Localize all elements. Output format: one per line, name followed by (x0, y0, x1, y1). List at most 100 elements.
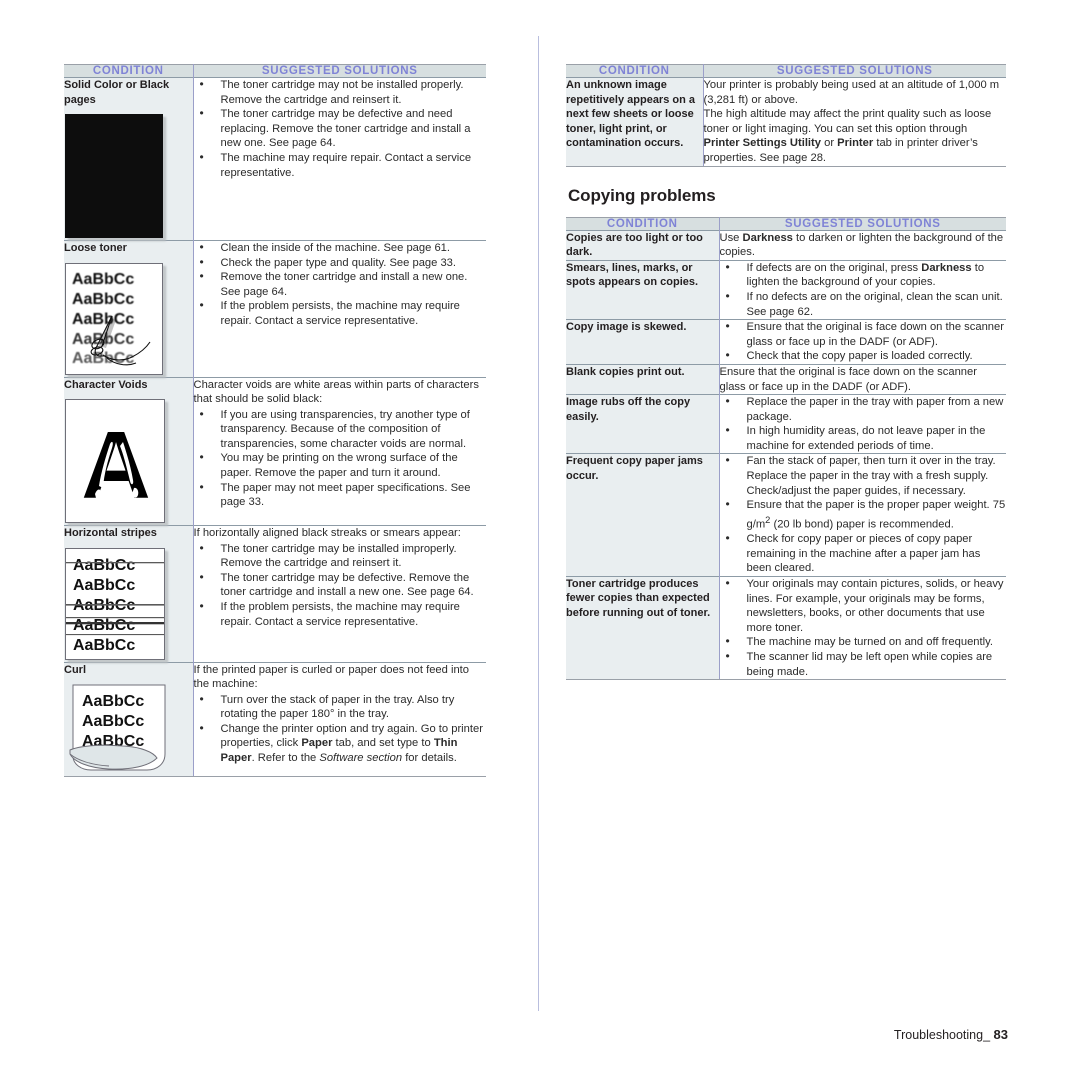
list-item: The toner cartridge may be defective. Re… (194, 570, 487, 600)
table-row: An unknown image repetitively appears on… (566, 77, 1006, 167)
sample-loose-toner-page: AaBbCc AaBbCc AaBbCc AaBbCc AaBbCc (65, 262, 193, 375)
solutions-paragraph: Ensure that the original is face down on… (719, 365, 977, 393)
solutions-list: Replace the paper in the tray with paper… (720, 394, 1007, 453)
section-heading: Copying problems (568, 185, 716, 205)
list-item: Ensure that the paper is the proper pape… (720, 497, 1007, 532)
svg-text:AaBbCc: AaBbCc (72, 291, 134, 308)
list-item: Clean the inside of the machine. See pag… (194, 240, 487, 256)
solutions-list: Fan the stack of paper, then turn it ove… (720, 453, 1007, 575)
print-quality-table: CONDITION SUGGESTED SOLUTIONS Solid Colo… (64, 64, 486, 777)
condition-cell: An unknown image repetitively appears on… (566, 77, 704, 167)
condition-label: Character Voids (64, 378, 148, 391)
condition-cell: Solid Color or Black pages (64, 77, 194, 241)
condition-cell: Horizontal stripes AaBbCc AaBbCc AaBbCc (64, 525, 194, 662)
solutions-list: The toner cartridge may be installed imp… (194, 541, 487, 630)
solutions-cell: Ensure that the original is face down on… (719, 363, 1006, 395)
condition-cell: Character Voids A (64, 376, 194, 526)
list-item: The machine may require repair. Contact … (194, 150, 487, 180)
list-item: Replace the paper in the tray with paper… (720, 394, 1007, 424)
sample-character-voids-page: A (65, 399, 193, 523)
solutions-list: Ensure that the original is face down on… (720, 319, 1007, 364)
solutions-cell: Your originals may contain pictures, sol… (719, 576, 1007, 681)
sample-horizontal-stripes-page: AaBbCc AaBbCc AaBbCc AaBbCc AaBbCc (65, 547, 193, 660)
condition-label: Horizontal stripes (64, 527, 157, 539)
svg-text:AaBbCc: AaBbCc (72, 311, 134, 328)
solutions-intro: Character voids are white areas within p… (193, 378, 479, 406)
list-item: If you are using transparencies, try ano… (194, 407, 487, 452)
left-column: CONDITION SUGGESTED SOLUTIONS Solid Colo… (64, 64, 486, 777)
solutions-list: Your originals may contain pictures, sol… (720, 576, 1007, 679)
horizontal-stripes-illustration: AaBbCc AaBbCc AaBbCc AaBbCc AaBbCc (66, 548, 164, 659)
list-item: If no defects are on the original, clean… (720, 289, 1007, 319)
solutions-list: Clean the inside of the machine. See pag… (194, 240, 487, 329)
solutions-cell: Use Darkness to darken or lighten the ba… (719, 229, 1006, 261)
table-row: Solid Color or Black pages The toner car… (64, 77, 487, 241)
footer-section-label: Troubleshooting_ (893, 1028, 991, 1042)
list-item: Fan the stack of paper, then turn it ove… (720, 453, 1007, 498)
table-row: Horizontal stripes AaBbCc AaBbCc AaBbCc (64, 525, 487, 662)
table-row: Frequent copy paper jams occur. Fan the … (566, 453, 1007, 577)
condition-cell: Image rubs off the copy easily. (566, 394, 720, 454)
list-item: The toner cartridge may be defective and… (194, 106, 487, 151)
table-row: Character Voids A Character voids are wh… (64, 376, 487, 526)
curl-illustration: AaBbCc AaBbCc AaBbCc AaBbCc (69, 684, 166, 771)
column-header-condition: CONDITION (566, 64, 704, 78)
list-item: If the problem persists, the machine may… (194, 298, 487, 328)
condition-cell: Curl AaBbCc AaBbCc AaBbCc AaBbCc (64, 661, 194, 777)
sample-solid-black-page (65, 114, 193, 238)
solutions-paragraph: Use Darkness to darken or lighten the ba… (719, 231, 1004, 259)
footer-page-number: 83 (993, 1027, 1008, 1042)
copying-problems-table: CONDITION SUGGESTED SOLUTIONS Copies are… (566, 216, 1007, 681)
list-item: The machine may be turned on and off fre… (720, 634, 1007, 650)
loose-toner-illustration: AaBbCc AaBbCc AaBbCc AaBbCc AaBbCc (66, 263, 162, 374)
solutions-cell: Replace the paper in the tray with paper… (719, 394, 1007, 454)
svg-text:AaBbCc: AaBbCc (82, 713, 144, 730)
condition-cell: Loose toner AaBbCc AaBbCc AaBbCc AaBbCc (64, 240, 194, 377)
list-item: The paper may not meet paper specificati… (194, 480, 487, 510)
solutions-list: Turn over the stack of paper in the tray… (194, 692, 487, 766)
list-item: Check that the copy paper is loaded corr… (720, 348, 1007, 364)
column-divider (538, 36, 539, 1011)
table-row: Smears, lines, marks, or spots appears o… (566, 260, 1007, 320)
page-footer: Troubleshooting_ 83 (894, 1027, 1008, 1042)
table-row: Loose toner AaBbCc AaBbCc AaBbCc AaBbCc … (64, 240, 487, 377)
table-header-row: CONDITION SUGGESTED SOLUTIONS (566, 216, 1006, 231)
list-item: Your originals may contain pictures, sol… (720, 576, 1007, 635)
table-row: Copies are too light or too dark. Use Da… (566, 229, 1006, 261)
list-item: Change the printer option and try again.… (194, 721, 487, 766)
list-item: The scanner lid may be left open while c… (720, 649, 1007, 679)
svg-text:AaBbCc: AaBbCc (73, 617, 135, 634)
right-column: CONDITION SUGGESTED SOLUTIONS An unknown… (566, 64, 1007, 681)
list-item: Remove the toner cartridge and install a… (194, 269, 487, 299)
solutions-cell: Clean the inside of the machine. See pag… (193, 240, 487, 377)
list-item: Ensure that the original is face down on… (720, 319, 1007, 349)
condition-label: Solid Color or Black pages (64, 79, 170, 106)
condition-cell: Copies are too light or too dark. (566, 229, 720, 261)
solutions-list: If you are using transparencies, try ano… (194, 407, 487, 510)
list-item: The toner cartridge may not be installed… (194, 77, 487, 107)
table-row: Image rubs off the copy easily. Replace … (566, 394, 1007, 454)
table-row: Curl AaBbCc AaBbCc AaBbCc AaBbCc (64, 661, 487, 777)
column-header-suggested-solutions: SUGGESTED SOLUTIONS (703, 64, 1006, 78)
table-row: Blank copies print out. Ensure that the … (566, 363, 1006, 395)
solutions-intro: If horizontally aligned black streaks or… (193, 527, 461, 539)
table-row: Copy image is skewed. Ensure that the or… (566, 319, 1007, 365)
column-header-condition: CONDITION (64, 64, 194, 78)
list-item: You may be printing on the wrong surface… (194, 450, 487, 480)
list-item: The toner cartridge may be installed imp… (194, 541, 487, 571)
condition-cell: Copy image is skewed. (566, 319, 720, 365)
list-item: In high humidity areas, do not leave pap… (720, 423, 1007, 453)
table-header-row: CONDITION SUGGESTED SOLUTIONS (64, 64, 486, 78)
svg-text:AaBbCc: AaBbCc (72, 271, 134, 288)
condition-label: Loose toner (64, 242, 127, 254)
solutions-cell: If horizontally aligned black streaks or… (193, 525, 487, 662)
print-quality-continued-table: CONDITION SUGGESTED SOLUTIONS An unknown… (566, 64, 1006, 167)
solutions-list: If defects are on the original, press Da… (720, 260, 1007, 319)
condition-cell: Toner cartridge produces fewer copies th… (566, 575, 720, 681)
solutions-cell: If defects are on the original, press Da… (719, 260, 1007, 320)
solutions-cell: Fan the stack of paper, then turn it ove… (719, 453, 1007, 577)
svg-text:AaBbCc: AaBbCc (73, 577, 135, 594)
column-header-condition: CONDITION (566, 216, 720, 231)
list-item: Check the paper type and quality. See pa… (194, 255, 487, 271)
table-row: Toner cartridge produces fewer copies th… (566, 575, 1007, 681)
